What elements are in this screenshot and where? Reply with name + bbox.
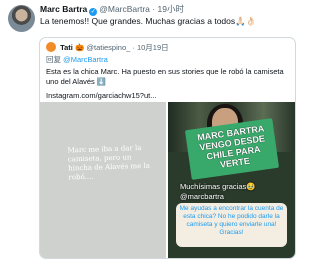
reply-context: 回复 @MarcBartra — [46, 55, 108, 65]
reply-to-link[interactable]: @MarcBartra — [63, 55, 108, 64]
fan-sign: MARC BARTRA VENGO DESDE CHILE PARA VERTE — [184, 118, 280, 180]
quote-url[interactable]: Instagram.com/garciachw15?ut... — [46, 91, 156, 101]
quoted-tweet[interactable]: Tati 🎃 @tatiespino_ · 10月19日 回复 @MarcBar… — [39, 37, 296, 259]
quote-author-name[interactable]: Tati 🎃 — [60, 43, 84, 52]
quote-time[interactable]: · 10月19日 — [132, 43, 168, 52]
story-mention: @marcbartra — [180, 192, 224, 201]
verified-badge-icon: ✓ — [89, 8, 98, 16]
quote-author-handle[interactable]: @tatiespino_ — [86, 43, 130, 52]
tweet[interactable]: Marc Bartra ✓ @MarcBartra · 19小时 La tenemo… — [0, 0, 300, 259]
tweet-header: Marc Bartra ✓ @MarcBartra · 19小时 — [40, 4, 184, 16]
tweet-time[interactable]: · 19小时 — [152, 4, 184, 14]
story-text: Marc me iba a dar la camiseta, pero un h… — [67, 143, 150, 182]
story-caption: Muchísimas gracias🥹 — [180, 182, 256, 191]
quote-text: Esta es la chica Marc. Ha puesto en sus … — [46, 67, 284, 86]
story-question-bubble: Me ayudas a encontrar la cuenta de esta … — [176, 203, 287, 247]
media-image-right[interactable]: MARC BARTRA VENGO DESDE CHILE PARA VERTE… — [168, 102, 295, 258]
sign-text: MARC BARTRA VENGO DESDE CHILE PARA VERTE — [196, 123, 266, 170]
quote-avatar[interactable] — [46, 42, 56, 52]
media-image-left[interactable]: Marc me iba a dar la camiseta, pero un h… — [40, 102, 166, 258]
author-name[interactable]: Marc Bartra — [40, 4, 87, 14]
reply-prefix: 回复 — [46, 55, 61, 64]
author-handle[interactable]: @MarcBartra — [99, 4, 150, 14]
quote-header: Tati 🎃 @tatiespino_ · 10月19日 — [46, 42, 169, 53]
avatar[interactable] — [8, 5, 35, 32]
tweet-text: La tenemos!! Que grandes. Muchas gracias… — [40, 16, 257, 26]
